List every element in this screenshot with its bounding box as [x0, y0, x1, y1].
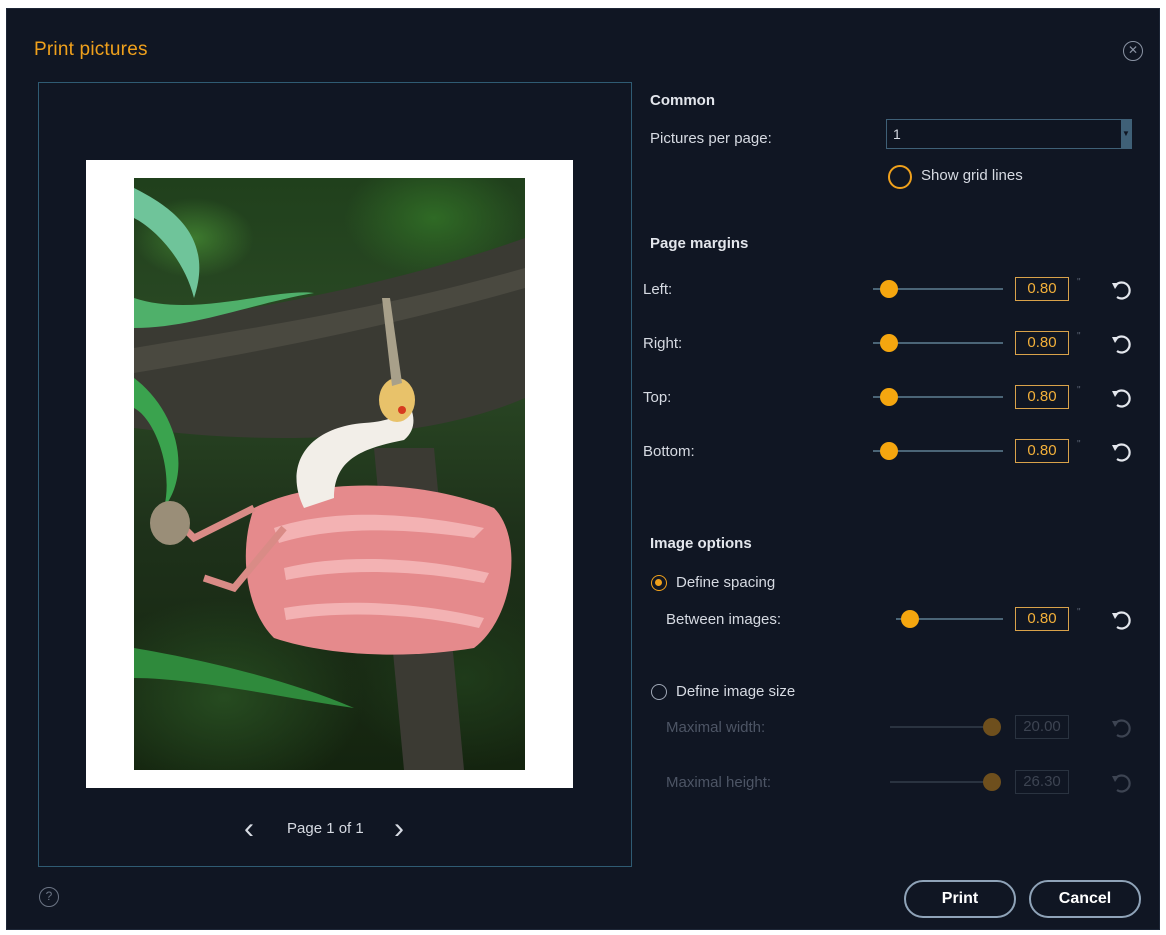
reset-icon[interactable] — [1108, 385, 1134, 411]
slider-thumb[interactable] — [901, 610, 920, 628]
help-icon[interactable]: ? — [39, 887, 59, 907]
pictures-per-page-select[interactable]: 1 ▼ — [886, 119, 1132, 149]
margin-left-label: Left: — [643, 281, 673, 298]
max-height-label: Maximal height: — [666, 774, 772, 791]
pictures-per-page-value: 1 — [893, 126, 901, 142]
spoonbill-photo — [134, 188, 525, 770]
slider-thumb[interactable] — [879, 388, 898, 406]
max-width-slider[interactable] — [890, 717, 1001, 737]
max-height-slider[interactable] — [890, 772, 1001, 792]
print-dialog: Print pictures ✕ ‹ Page 1 of 1 › ? Commo… — [6, 8, 1160, 930]
margin-right-label: Right: — [643, 335, 683, 352]
page-margins-heading: Page margins — [650, 235, 749, 252]
margin-top-label: Top: — [643, 389, 672, 406]
show-grid-lines-checkbox[interactable] — [888, 165, 912, 189]
reset-icon[interactable] — [1108, 439, 1134, 465]
between-images-input[interactable]: 0.80 — [1015, 607, 1069, 631]
define-spacing-radio[interactable] — [651, 575, 667, 591]
max-width-input[interactable]: 20.00 — [1015, 715, 1069, 739]
unit-label: " — [1077, 331, 1081, 342]
dialog-title: Print pictures — [34, 39, 148, 60]
page-indicator: Page 1 of 1 — [287, 820, 364, 837]
margin-bottom-input[interactable]: 0.80 — [1015, 439, 1069, 463]
max-width-label: Maximal width: — [666, 719, 766, 736]
chevron-right-icon[interactable]: › — [394, 814, 404, 844]
slider-thumb[interactable] — [879, 280, 898, 298]
print-button[interactable]: Print — [904, 880, 1016, 918]
show-grid-lines-label: Show grid lines — [921, 167, 1023, 184]
slider-thumb[interactable] — [879, 442, 898, 460]
max-height-input[interactable]: 26.30 — [1015, 770, 1069, 794]
slider-thumb[interactable] — [983, 718, 1001, 736]
chevron-left-icon[interactable]: ‹ — [244, 814, 254, 844]
preview-page — [86, 160, 573, 788]
margin-top-slider[interactable] — [873, 387, 1003, 407]
unit-label: " — [1077, 277, 1081, 288]
reset-icon[interactable] — [1108, 715, 1134, 741]
define-spacing-label: Define spacing — [676, 574, 776, 591]
close-icon[interactable]: ✕ — [1123, 41, 1143, 61]
margin-left-slider[interactable] — [873, 279, 1003, 299]
reset-icon[interactable] — [1108, 331, 1134, 357]
slider-thumb[interactable] — [983, 773, 1001, 791]
preview-photo — [134, 178, 525, 770]
chevron-down-icon: ▼ — [1121, 120, 1131, 148]
cancel-button[interactable]: Cancel — [1029, 880, 1141, 918]
reset-icon[interactable] — [1108, 770, 1134, 796]
margin-right-input[interactable]: 0.80 — [1015, 331, 1069, 355]
reset-icon[interactable] — [1108, 607, 1134, 633]
margin-top-input[interactable]: 0.80 — [1015, 385, 1069, 409]
reset-icon[interactable] — [1108, 277, 1134, 303]
margin-bottom-slider[interactable] — [873, 441, 1003, 461]
print-preview-panel: ‹ Page 1 of 1 › — [38, 82, 632, 867]
unit-label: " — [1077, 607, 1081, 618]
between-images-slider[interactable] — [896, 609, 1003, 629]
unit-label: " — [1077, 385, 1081, 396]
unit-label: " — [1077, 439, 1081, 450]
slider-thumb[interactable] — [879, 334, 898, 352]
define-image-size-radio[interactable] — [651, 684, 667, 700]
margin-right-slider[interactable] — [873, 333, 1003, 353]
common-heading: Common — [650, 92, 715, 109]
image-options-heading: Image options — [650, 535, 752, 552]
page-navigation: ‹ Page 1 of 1 › — [244, 814, 424, 845]
pictures-per-page-label: Pictures per page: — [650, 130, 772, 147]
define-image-size-label: Define image size — [676, 683, 796, 700]
margin-left-input[interactable]: 0.80 — [1015, 277, 1069, 301]
between-images-label: Between images: — [666, 611, 782, 628]
margin-bottom-label: Bottom: — [643, 443, 695, 460]
